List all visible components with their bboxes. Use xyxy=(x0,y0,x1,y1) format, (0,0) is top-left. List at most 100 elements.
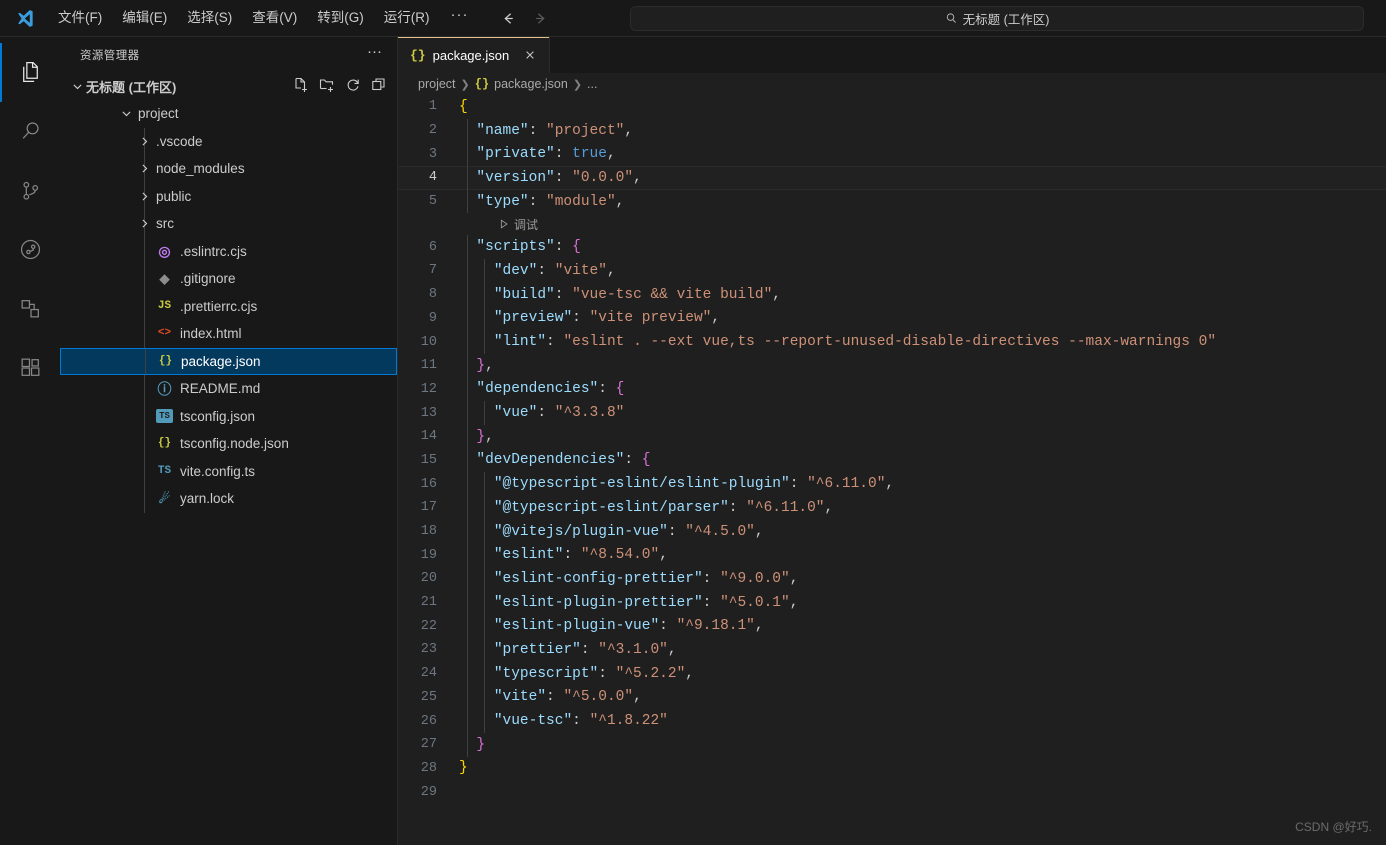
code-token: "@typescript-eslint/parser" xyxy=(493,499,729,516)
menu-more-button[interactable]: ··· xyxy=(441,6,479,30)
code-token: { xyxy=(459,98,468,115)
menu-run[interactable]: 运行(R) xyxy=(375,6,439,30)
menu-go[interactable]: 转到(G) xyxy=(308,6,373,30)
new-folder-icon[interactable] xyxy=(319,77,335,96)
tree-row--gitignore[interactable]: ◆ .gitignore xyxy=(60,265,397,293)
refresh-icon[interactable] xyxy=(345,77,361,96)
code-token: "^1.8.22" xyxy=(589,713,668,730)
activitybar-item-testing[interactable] xyxy=(0,279,60,338)
code-line-text: "vite": "^5.0.0", xyxy=(459,689,642,705)
breadcrumb-item-project[interactable]: project xyxy=(418,77,456,91)
code-token: "name" xyxy=(476,122,529,139)
menu-file[interactable]: 文件(F) xyxy=(49,6,111,30)
code-line-text: "vue-tsc": "^1.8.22" xyxy=(459,713,668,729)
line-number: 20 xyxy=(420,571,437,587)
tree-row--vscode[interactable]: .vscode xyxy=(60,127,397,155)
breadcrumb-item-symbol[interactable]: ... xyxy=(587,77,597,91)
tree-row-project[interactable]: project xyxy=(60,100,397,128)
tree-row-label: public xyxy=(156,188,192,204)
new-file-icon[interactable] xyxy=(293,77,309,96)
code-token: , xyxy=(754,523,764,540)
tree-row-package-json[interactable]: {} package.json xyxy=(60,347,397,375)
code-token: "^3.1.0" xyxy=(598,641,668,658)
arrow-left-icon[interactable] xyxy=(498,7,520,29)
code-token: , xyxy=(885,476,895,493)
activitybar-item-run-and-debug[interactable] xyxy=(0,220,60,279)
activitybar-item-search[interactable] xyxy=(0,102,60,161)
indent-guide xyxy=(144,265,145,293)
code-token: true xyxy=(572,146,607,163)
line-number: 19 xyxy=(420,547,437,563)
tree-row--eslintrc-cjs[interactable]: ◎ .eslintrc.cjs xyxy=(60,237,397,265)
code-line: 13 "vue": "^3.3.8" xyxy=(398,401,1386,425)
close-icon[interactable] xyxy=(520,46,539,65)
line-number: 11 xyxy=(420,358,437,374)
code-token: } xyxy=(476,357,486,374)
activitybar-item-extensions[interactable] xyxy=(0,338,60,397)
menu-bar: 文件(F) 编辑(E) 选择(S) 查看(V) 转到(G) 运行(R) ··· xyxy=(48,0,480,36)
tree-row-vite-config-ts[interactable]: TS vite.config.ts xyxy=(60,457,397,485)
tree-row--prettierrc-cjs[interactable]: JS .prettierrc.cjs xyxy=(60,292,397,320)
watermark: CSDN @好巧. xyxy=(1295,820,1372,834)
indent-guide xyxy=(144,402,145,430)
workspace-root-row[interactable]: 无标题 (工作区) xyxy=(60,72,397,100)
line-number: 9 xyxy=(428,310,437,326)
code-token: : xyxy=(572,713,590,730)
code-token: : xyxy=(537,262,555,279)
code-token: "^6.11.0" xyxy=(807,476,886,493)
line-number: 5 xyxy=(428,194,437,210)
tree-row-tsconfig-node-json[interactable]: {} tsconfig.node.json xyxy=(60,430,397,458)
tree-row-yarn-lock[interactable]: ☄ yarn.lock xyxy=(60,485,397,513)
tab-package-json[interactable]: {} package.json xyxy=(398,37,551,73)
indent-guide xyxy=(144,375,145,403)
command-center-search[interactable]: 无标题 (工作区) xyxy=(630,6,1364,31)
tree-row-tsconfig-json[interactable]: TS tsconfig.json xyxy=(60,402,397,430)
indent-guide xyxy=(144,237,145,265)
codelens-label[interactable]: 调试 xyxy=(514,216,538,233)
activitybar-item-explorer[interactable] xyxy=(0,43,60,102)
line-number: 13 xyxy=(420,405,437,421)
menu-selection[interactable]: 选择(S) xyxy=(178,6,241,30)
line-number: 8 xyxy=(428,287,437,303)
explorer-more-button[interactable]: ··· xyxy=(362,43,387,66)
code-token: "module" xyxy=(546,193,616,210)
code-token: "0.0.0" xyxy=(572,169,634,186)
code-token: "vue" xyxy=(493,405,538,422)
code-token: "build" xyxy=(493,286,555,303)
tree-row-readme-md[interactable]: ⓘ README.md xyxy=(60,375,397,403)
beaker-remote-icon xyxy=(21,300,39,318)
json-icon: {} xyxy=(410,47,426,63)
tree-row-label: vite.config.ts xyxy=(180,463,256,479)
tab-bar: {} package.json xyxy=(398,37,1386,73)
code-token: : xyxy=(659,618,677,635)
tree-row-label: .prettierrc.cjs xyxy=(180,298,258,314)
code-line: 19 "eslint": "^8.54.0", xyxy=(398,543,1386,568)
code-token: "eslint . --ext vue,ts --report-unused-d… xyxy=(563,334,1217,351)
activitybar-item-source-control[interactable] xyxy=(0,161,60,220)
menu-view[interactable]: 查看(V) xyxy=(243,6,306,30)
tree-row-public[interactable]: public xyxy=(60,182,397,210)
code-token: "version" xyxy=(476,169,555,186)
chevron-down-icon xyxy=(68,80,86,93)
breadcrumb-item-file[interactable]: package.json xyxy=(494,77,568,91)
play-icon xyxy=(498,218,510,230)
code-line: 25 "vite": "^5.0.0", xyxy=(398,685,1386,710)
line-number: 18 xyxy=(420,524,437,540)
tree-row-node-modules[interactable]: node_modules xyxy=(60,155,397,183)
line-number: 4 xyxy=(428,170,437,186)
code-token: : xyxy=(546,689,564,706)
code-line: 15 "devDependencies": { xyxy=(398,448,1386,473)
code-token: "prettier" xyxy=(493,641,581,658)
code-editor[interactable]: 1{2 "name": "project", 3 "private": true, 4 "… xyxy=(398,95,1386,845)
arrow-right-icon[interactable] xyxy=(530,7,552,29)
window-body: 资源管理器 ··· 无标题 (工作区) project .vscode node… xyxy=(0,37,1386,845)
collapse-all-icon[interactable] xyxy=(371,77,387,96)
menu-edit[interactable]: 编辑(E) xyxy=(113,6,176,30)
code-line: 5 "type": "module", xyxy=(398,189,1386,214)
tree-row-src[interactable]: src xyxy=(60,210,397,238)
code-line-text: "eslint-config-prettier": "^9.0.0", xyxy=(459,571,799,587)
navigation-arrows xyxy=(498,7,552,29)
code-token: "^5.0.0" xyxy=(563,689,634,706)
tab-label: package.json xyxy=(432,47,510,63)
tree-row-index-html[interactable]: <> index.html xyxy=(60,320,397,348)
